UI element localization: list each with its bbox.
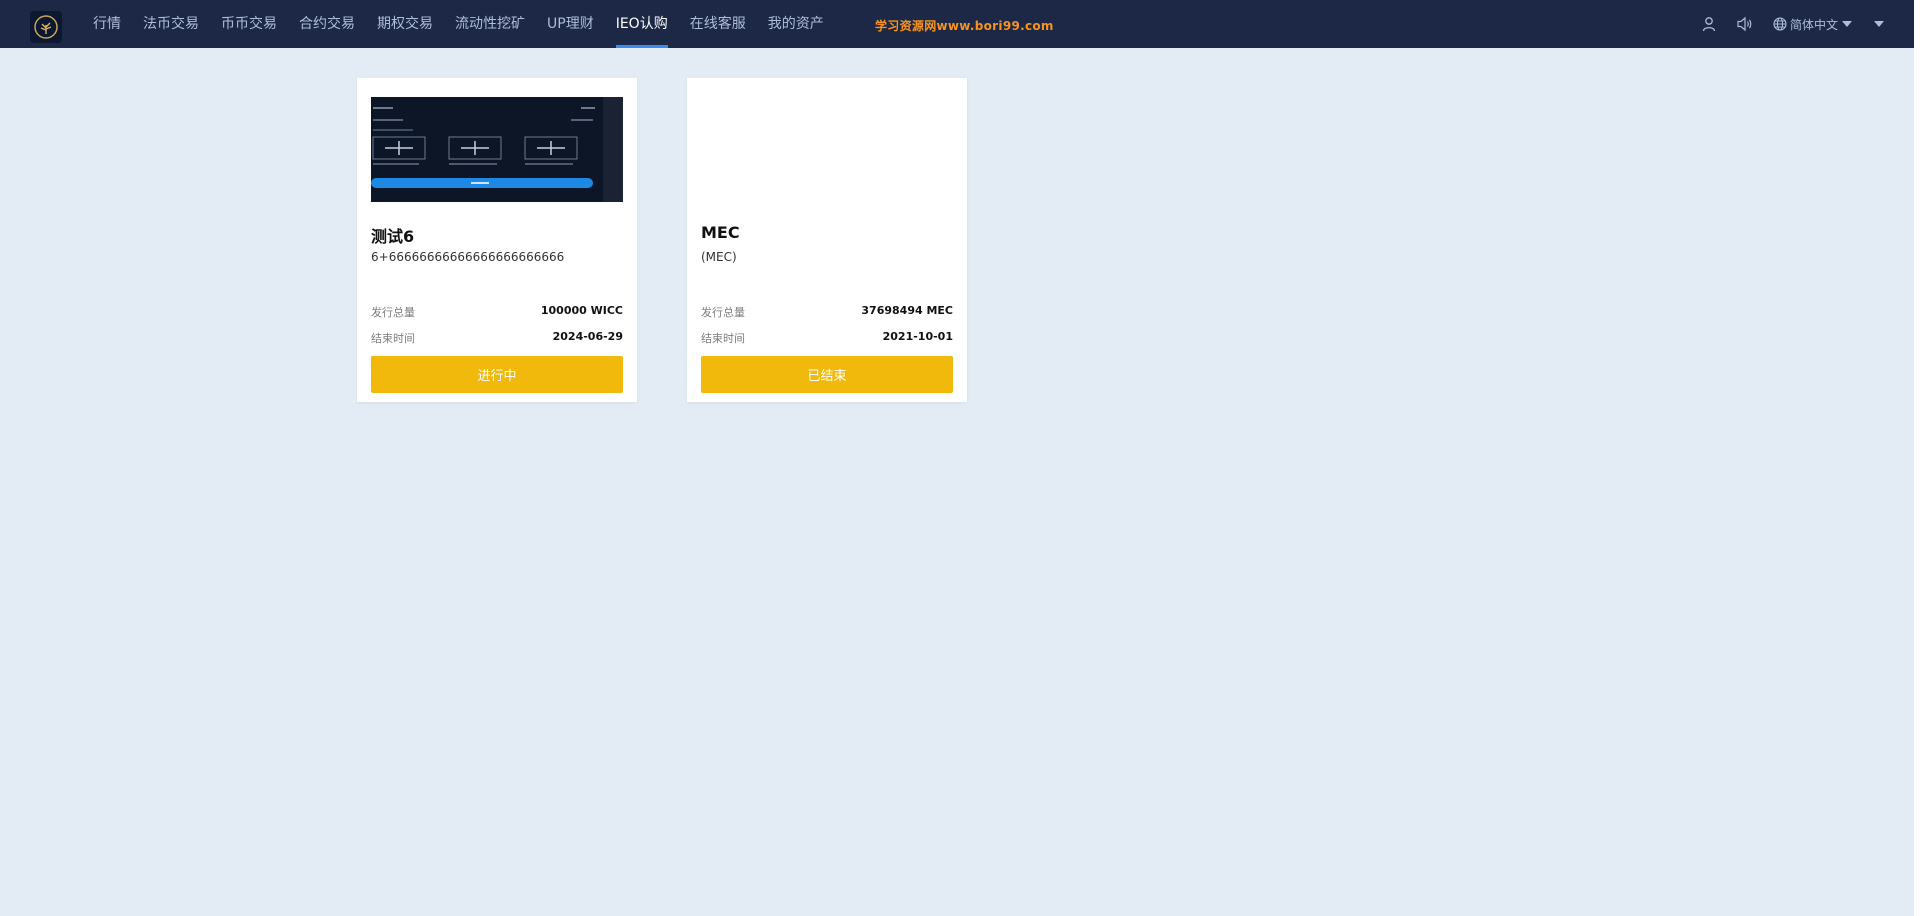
nav-item-ieo[interactable]: IEO认购 (605, 0, 679, 48)
project-title: MEC (701, 223, 740, 242)
ieo-card[interactable]: MEC (MEC) 发行总量 37698494 MEC 结束时间 2021-10… (687, 78, 967, 402)
end-time-value: 2024-06-29 (552, 330, 623, 343)
end-time-row: 结束时间 2024-06-29 (371, 330, 623, 346)
project-description: (MEC) (701, 250, 737, 264)
chevron-down-icon (1842, 21, 1852, 27)
globe-icon (1773, 17, 1787, 31)
top-navbar: 行情 法币交易 币币交易 合约交易 期权交易 流动性挖矿 UP理财 IEO认购 … (0, 0, 1914, 48)
nav-item-coin-trade[interactable]: 币币交易 (210, 0, 288, 48)
language-label: 简体中文 (1789, 17, 1838, 32)
more-menu-chevron-icon[interactable] (1874, 21, 1884, 27)
total-supply-label: 发行总量 (701, 306, 745, 319)
ieo-card[interactable]: 测试6 6+66666666666666666666666 发行总量 10000… (357, 78, 637, 402)
status-button-ended[interactable]: 已结束 (701, 356, 953, 393)
status-button-in-progress[interactable]: 进行中 (371, 356, 623, 393)
project-description: 6+66666666666666666666666 (371, 250, 565, 264)
nav-item-online-service[interactable]: 在线客服 (679, 0, 757, 48)
nav-item-my-assets[interactable]: 我的资产 (757, 0, 835, 48)
nav-item-fiat-trade[interactable]: 法币交易 (132, 0, 210, 48)
project-thumbnail (371, 97, 623, 202)
end-time-label: 结束时间 (371, 332, 415, 345)
end-time-row: 结束时间 2021-10-01 (701, 330, 953, 346)
nav-item-up-finance[interactable]: UP理财 (536, 0, 605, 48)
user-icon[interactable] (1699, 14, 1719, 34)
main-nav: 行情 法币交易 币币交易 合约交易 期权交易 流动性挖矿 UP理财 IEO认购 … (82, 0, 835, 48)
end-time-label: 结束时间 (701, 332, 745, 345)
total-supply-label: 发行总量 (371, 306, 415, 319)
scrollbar[interactable] (1914, 0, 1920, 916)
logo[interactable] (30, 11, 62, 43)
total-supply-value: 100000 WICC (540, 304, 623, 317)
watermark-text: 学习资源网www.bori99.com (875, 19, 1054, 33)
nav-item-liquidity-mining[interactable]: 流动性挖矿 (444, 0, 536, 48)
project-thumbnail-empty (701, 97, 953, 202)
nav-item-market[interactable]: 行情 (82, 0, 132, 48)
language-selector[interactable]: 简体中文 (1773, 16, 1852, 33)
total-supply-value: 37698494 MEC (861, 304, 953, 317)
nav-item-options-trade[interactable]: 期权交易 (366, 0, 444, 48)
total-supply-row: 发行总量 100000 WICC (371, 304, 623, 320)
end-time-value: 2021-10-01 (882, 330, 953, 343)
nav-item-contract-trade[interactable]: 合约交易 (288, 0, 366, 48)
tree-logo-icon (34, 15, 58, 39)
speaker-icon[interactable] (1735, 14, 1755, 34)
nav-right-group: 简体中文 (1667, 0, 1884, 48)
total-supply-row: 发行总量 37698494 MEC (701, 304, 953, 320)
project-title: 测试6 (371, 227, 415, 246)
screenshot-preview-image (371, 97, 623, 202)
